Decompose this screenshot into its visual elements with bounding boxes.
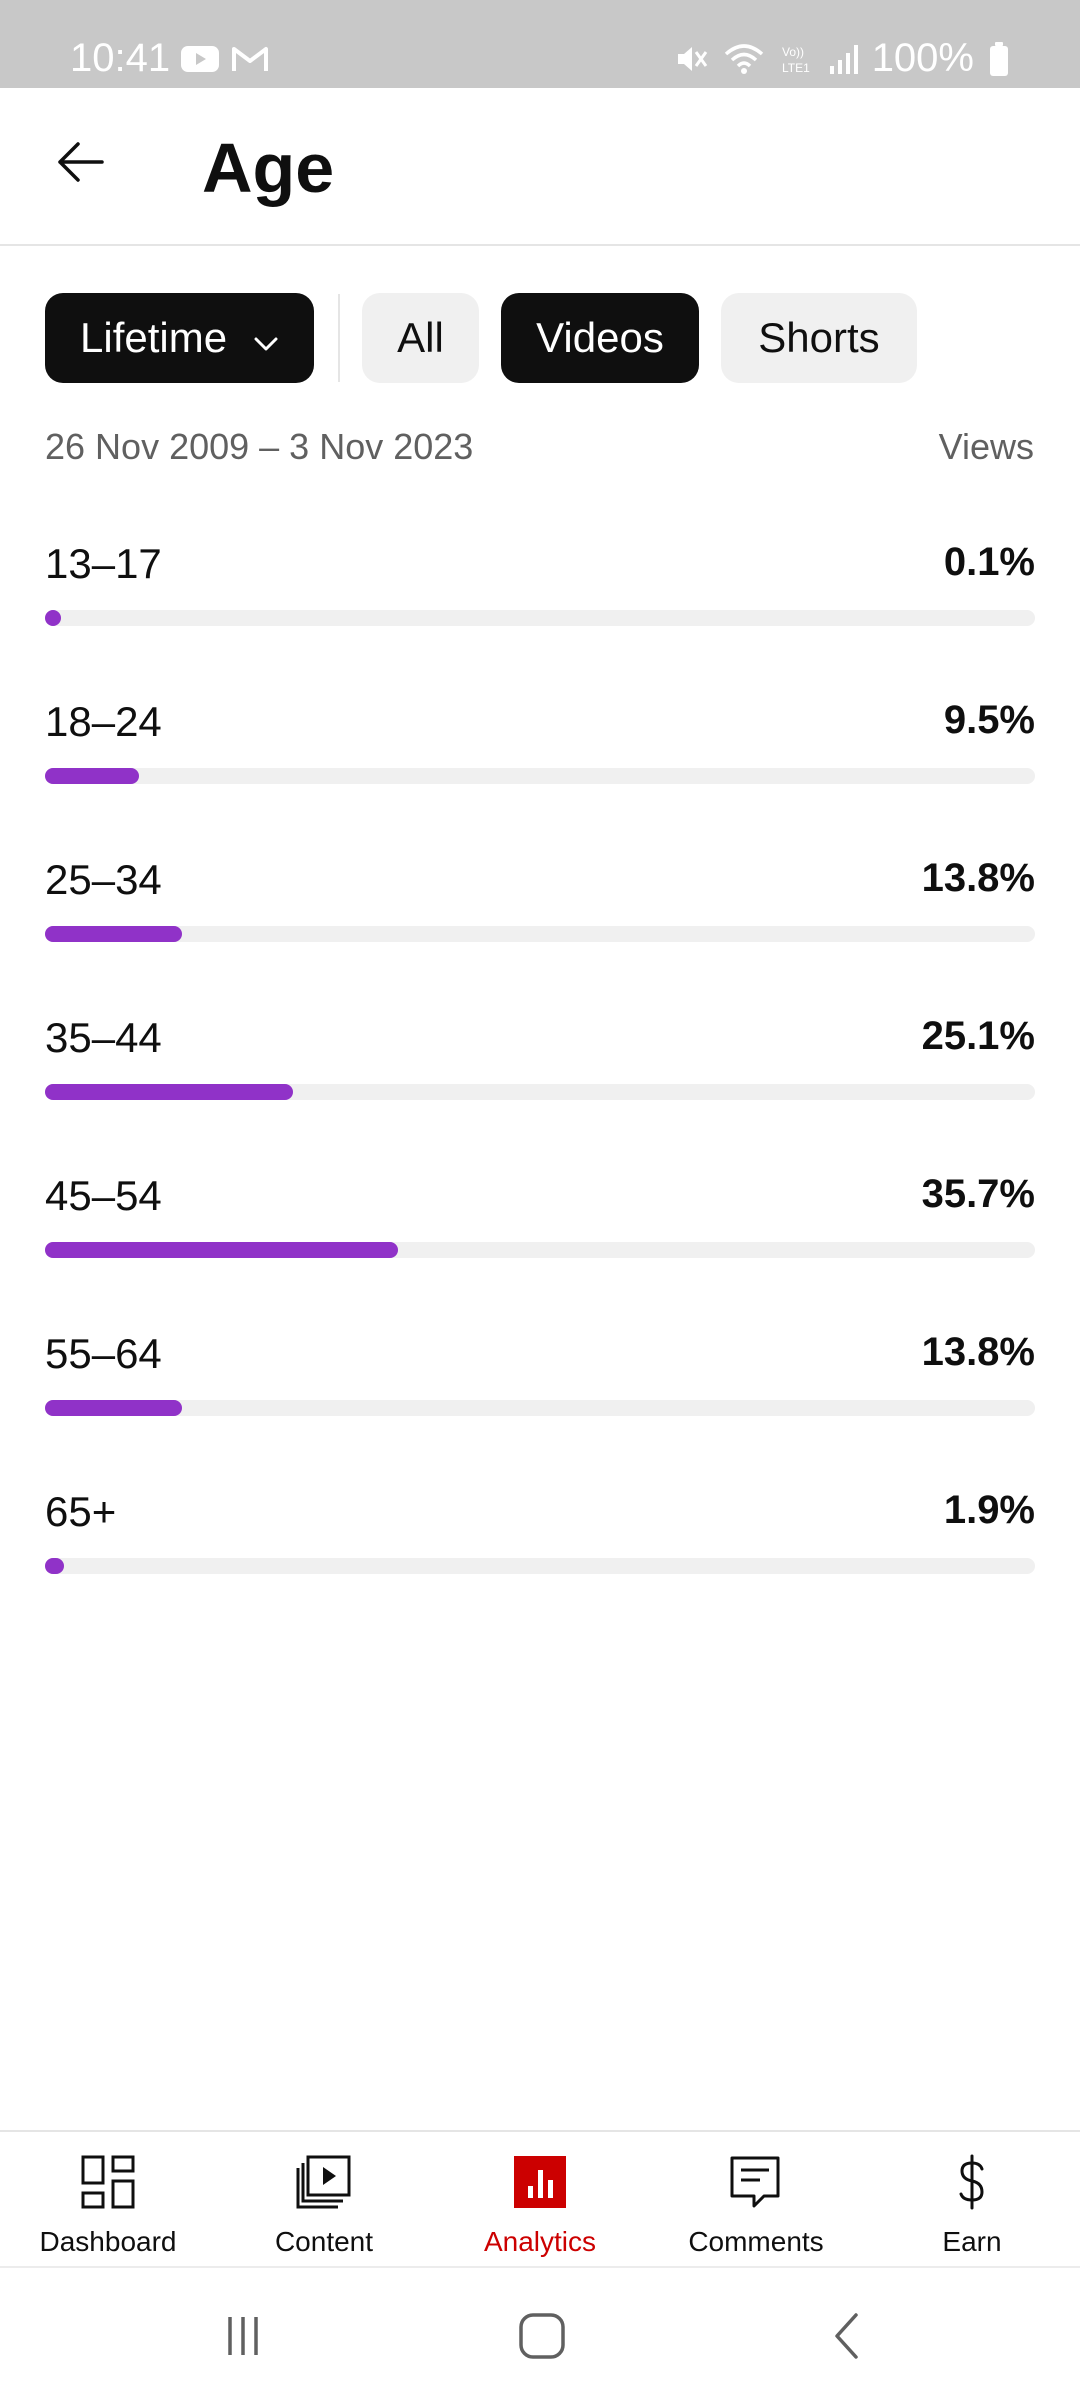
age-label: 35–44: [45, 1014, 162, 1061]
signal-icon: [828, 42, 858, 76]
period-label: Lifetime: [80, 314, 228, 361]
age-label: 45–54: [45, 1172, 162, 1219]
chevron-down-icon: [253, 314, 279, 362]
age-value: 25.1%: [921, 1014, 1035, 1058]
volte-icon: Vo)) LTE1: [780, 42, 814, 76]
bar-track: [45, 610, 1035, 626]
mute-icon: [674, 42, 708, 76]
age-value: 1.9%: [943, 1488, 1035, 1532]
chip-label: All: [397, 314, 444, 361]
nav-item-comments[interactable]: Comments: [648, 2132, 864, 2266]
home-button[interactable]: [512, 2308, 572, 2368]
bar-track: [45, 1084, 1035, 1100]
recent-apps-icon: [218, 2311, 268, 2366]
back-icon: [823, 2311, 873, 2366]
dashboard-icon: [78, 2152, 138, 2212]
system-nav: [0, 2266, 1080, 2400]
age-row: 35–44 25.1%: [45, 1004, 1035, 1162]
system-back-button[interactable]: [818, 2308, 878, 2368]
filter-chip-shorts[interactable]: Shorts: [721, 293, 917, 383]
gmail-icon: [230, 44, 270, 74]
arrow-left-icon: [52, 134, 108, 195]
nav-item-earn[interactable]: Earn: [864, 2132, 1080, 2266]
content-icon: [294, 2152, 354, 2212]
age-row: 25–34 13.8%: [45, 846, 1035, 1004]
wifi-icon: [722, 42, 766, 76]
bar-fill: [45, 1558, 64, 1574]
bottom-nav: Dashboard Content Analytics Comments Ear…: [0, 2130, 1080, 2266]
bar-fill: [45, 1242, 399, 1258]
age-label: 65+: [45, 1488, 117, 1535]
status-time: 10:41: [70, 36, 171, 80]
recent-apps-button[interactable]: [213, 2308, 273, 2368]
age-row: 55–64 13.8%: [45, 1320, 1035, 1478]
bar-fill: [45, 1400, 182, 1416]
age-value: 0.1%: [943, 540, 1035, 584]
age-label: 55–64: [45, 1330, 162, 1377]
bar-track: [45, 768, 1035, 784]
age-row: 45–54 35.7%: [45, 1162, 1035, 1320]
status-left-icons: [180, 44, 270, 74]
filter-chip-videos[interactable]: Videos: [501, 293, 699, 383]
nav-label: Comments: [688, 2226, 824, 2257]
filter-chip-all[interactable]: All: [362, 293, 479, 383]
chip-label: Shorts: [758, 314, 880, 361]
bar-fill: [45, 1084, 294, 1100]
home-icon: [517, 2311, 567, 2366]
age-row: 65+ 1.9%: [45, 1478, 1035, 1636]
chip-label: Videos: [536, 314, 664, 361]
bar-track: [45, 926, 1035, 942]
battery-icon: [988, 41, 1010, 77]
age-label: 18–24: [45, 698, 162, 745]
age-value: 13.8%: [921, 1330, 1035, 1374]
dollar-icon: [942, 2152, 1002, 2212]
age-label: 13–17: [45, 540, 162, 587]
bar-track: [45, 1558, 1035, 1574]
metric-label: Views: [938, 426, 1034, 467]
nav-label: Earn: [942, 2226, 1002, 2257]
age-value: 9.5%: [943, 698, 1035, 742]
date-range: 26 Nov 2009 – 3 Nov 2023: [45, 426, 474, 467]
age-row: 18–24 9.5%: [45, 688, 1035, 846]
period-dropdown[interactable]: Lifetime: [45, 293, 314, 383]
filter-divider: [338, 294, 340, 382]
bar-fill: [45, 926, 182, 942]
bar-track: [45, 1400, 1035, 1416]
status-bar: 10:41 Vo)) LTE1 100%: [0, 0, 1080, 88]
filter-bar: Lifetime All Videos Shorts: [45, 293, 917, 383]
svg-text:LTE1: LTE1: [782, 61, 810, 75]
bar-track: [45, 1242, 1035, 1258]
app-header: Age: [0, 88, 1080, 246]
nav-label: Content: [274, 2226, 374, 2257]
analytics-icon: [510, 2152, 570, 2212]
bar-fill: [45, 610, 61, 626]
age-label: 25–34: [45, 856, 162, 903]
battery-text: 100%: [871, 36, 974, 80]
nav-item-dashboard[interactable]: Dashboard: [0, 2132, 216, 2266]
age-value: 35.7%: [921, 1172, 1035, 1216]
nav-item-analytics[interactable]: Analytics: [432, 2132, 648, 2266]
back-button[interactable]: [44, 128, 116, 200]
youtube-icon: [180, 44, 220, 74]
nav-label: Analytics: [483, 2226, 597, 2257]
nav-label: Dashboard: [39, 2226, 177, 2257]
comments-icon: [726, 2152, 786, 2212]
page-title: Age: [202, 129, 335, 207]
nav-item-content[interactable]: Content: [216, 2132, 432, 2266]
age-value: 13.8%: [921, 856, 1035, 900]
age-row: 13–17 0.1%: [45, 530, 1035, 688]
svg-text:Vo)): Vo)): [782, 45, 804, 59]
bar-fill: [45, 768, 140, 784]
status-right: Vo)) LTE1 100%: [674, 36, 1010, 81]
age-list: 13–17 0.1% 18–24 9.5% 25–34 13.8% 35–44 …: [45, 530, 1035, 1636]
